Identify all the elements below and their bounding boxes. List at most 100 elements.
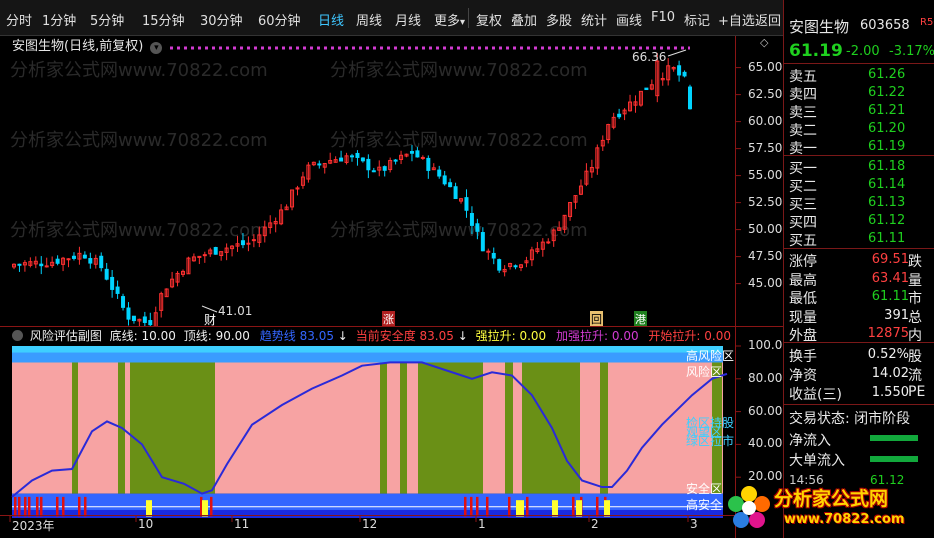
quote-row-value: 61.21	[868, 103, 906, 118]
divider	[784, 342, 934, 343]
divider	[784, 404, 934, 405]
net-inflow-label: 净流入	[789, 433, 831, 449]
signal-bar	[572, 496, 575, 517]
candle-body	[71, 255, 76, 259]
candle-body	[546, 241, 551, 244]
quote-row-value: 14.02	[871, 366, 909, 381]
indicator-header: 风险评估副图 底线: 10.00 顶线: 90.00 趋势线 83.05 ↓ 当…	[0, 327, 731, 344]
tab-timeshare[interactable]: 分时	[6, 10, 32, 29]
statistics-button[interactable]: 统计	[581, 10, 607, 29]
net-inflow-bar	[870, 435, 918, 441]
date-label: 2	[591, 517, 599, 531]
tab-5min[interactable]: 5分钟	[90, 10, 124, 29]
signal-bar	[596, 496, 599, 517]
zone-high-risk: 高风险区	[686, 349, 735, 363]
candle-body	[39, 263, 44, 267]
candle-body	[82, 254, 87, 259]
quote-row: 买二 61.14	[784, 176, 934, 195]
risk-indicator-chart[interactable]: 风险评估副图 底线: 10.00 顶线: 90.00 趋势线 83.05 ↓ 当…	[0, 326, 783, 538]
draw-line-button[interactable]: 画线	[616, 10, 642, 29]
safe-stripe	[600, 362, 608, 494]
date-label: 12	[362, 517, 378, 531]
hk-connect-marker[interactable]: 港	[634, 311, 647, 327]
mark-button[interactable]: 标记	[684, 10, 710, 29]
chevron-down-icon[interactable]: ▾	[150, 42, 163, 54]
price-tick-label: 55.00	[748, 167, 783, 182]
limit-up-marker[interactable]: 涨	[382, 311, 395, 327]
candle-body	[142, 316, 147, 323]
price-tick-label: 65.00	[748, 59, 783, 74]
tab-daily[interactable]: 日线	[318, 10, 344, 29]
quote-row: 现量 391 总	[784, 307, 934, 326]
pull-signal-bar	[202, 500, 208, 517]
quote-row: 卖五 61.26	[784, 66, 934, 85]
quote-row: 收益(三) 1.550 PE	[784, 384, 934, 403]
stock-name: 安图生物	[789, 18, 850, 36]
buyback-marker[interactable]: 回	[590, 311, 603, 327]
tab-15min[interactable]: 15分钟	[142, 10, 185, 29]
signal-bar	[36, 496, 39, 517]
collapse-icon[interactable]	[12, 330, 23, 341]
quote-row-label: 买一	[789, 161, 817, 177]
add-watchlist-button[interactable]: +自选	[718, 10, 755, 29]
candle-body	[88, 258, 93, 264]
indicator-tick-label: 100.0	[748, 338, 783, 352]
expand-icon[interactable]: ◇	[760, 36, 768, 49]
f10-button[interactable]: F10	[651, 10, 675, 25]
overlay-button[interactable]: 叠加	[511, 10, 537, 29]
candle-body	[426, 157, 431, 171]
quote-row-label: 卖三	[789, 105, 817, 121]
arrow-down-icon: ↓	[457, 329, 468, 343]
safety-label: 当前安全度	[355, 329, 416, 343]
candle-body	[420, 156, 425, 159]
tab-more[interactable]: 更多▾	[434, 10, 465, 29]
quote-row-value: 61.14	[868, 177, 906, 192]
multi-stock-button[interactable]: 多股	[546, 10, 572, 29]
price-tick-label: 50.00	[748, 221, 783, 236]
quote-row: 换手 0.52% 股	[784, 346, 934, 365]
risk-band	[12, 352, 723, 363]
candle-body	[317, 163, 322, 166]
candle-body	[644, 87, 649, 91]
safe-stripe	[400, 362, 407, 494]
quote-row-extra: 总	[908, 309, 922, 326]
quote-row-label: 净资	[789, 368, 817, 384]
signal-bar	[18, 496, 21, 517]
tab-monthly[interactable]: 月线	[395, 10, 421, 29]
quote-row-label: 最高	[789, 272, 817, 289]
candle-body	[202, 254, 207, 257]
site-logo: 分析家公式网 www.70822.com	[724, 478, 934, 534]
quote-row: 净资 14.02 流	[784, 365, 934, 384]
price-tick-label: 57.50	[748, 140, 783, 155]
quote-row-value: 61.11	[871, 289, 909, 304]
candle-body	[448, 182, 453, 188]
indicator-tick-label: 40.00	[748, 436, 783, 451]
quote-panel: 安图生物 603658 61.19 -2.00 -3.17% R50 卖五 61.…	[728, 0, 934, 538]
kline-chart[interactable]: 分析家公式网www.70822.com 分析家公式网www.70822.com 分析…	[0, 36, 783, 327]
quote-row-extra: 跌	[908, 254, 922, 270]
indicator-title: 风险评估副图	[29, 329, 102, 343]
rank-badge: R50	[920, 17, 934, 28]
adjust-button[interactable]: 复权	[476, 10, 502, 29]
tab-weekly[interactable]: 周线	[356, 10, 382, 29]
kline-canvas: 分析家公式网www.70822.com 分析家公式网www.70822.com 分析…	[10, 36, 741, 326]
price-change: -2.00	[846, 44, 880, 59]
candle-body	[355, 152, 360, 158]
tab-60min[interactable]: 60分钟	[258, 10, 301, 29]
signal-bar	[476, 496, 479, 517]
quote-row: 买四 61.12	[784, 212, 934, 231]
signal-bar	[56, 496, 59, 517]
safe-stripe	[505, 362, 513, 494]
candle-body	[17, 263, 22, 266]
start-pull-label: 开始拉升: 0.00	[648, 329, 731, 343]
quote-row: 最低 61.11 市	[784, 288, 934, 307]
watermark-text: 分析家公式网www.70822.com	[330, 220, 588, 241]
back-button[interactable]: 返回	[755, 10, 781, 29]
period-toolbar: 分时 1分钟 5分钟 15分钟 30分钟 60分钟 日线 周线 月线 更多▾ 复…	[0, 0, 783, 36]
watermark-text: 分析家公式网www.70822.com	[330, 130, 588, 151]
tab-1min[interactable]: 1分钟	[42, 10, 76, 29]
tab-30min[interactable]: 30分钟	[200, 10, 243, 29]
quote-row-label: 买二	[789, 179, 817, 195]
safe-stripe	[72, 362, 78, 494]
candle-body	[453, 186, 458, 199]
